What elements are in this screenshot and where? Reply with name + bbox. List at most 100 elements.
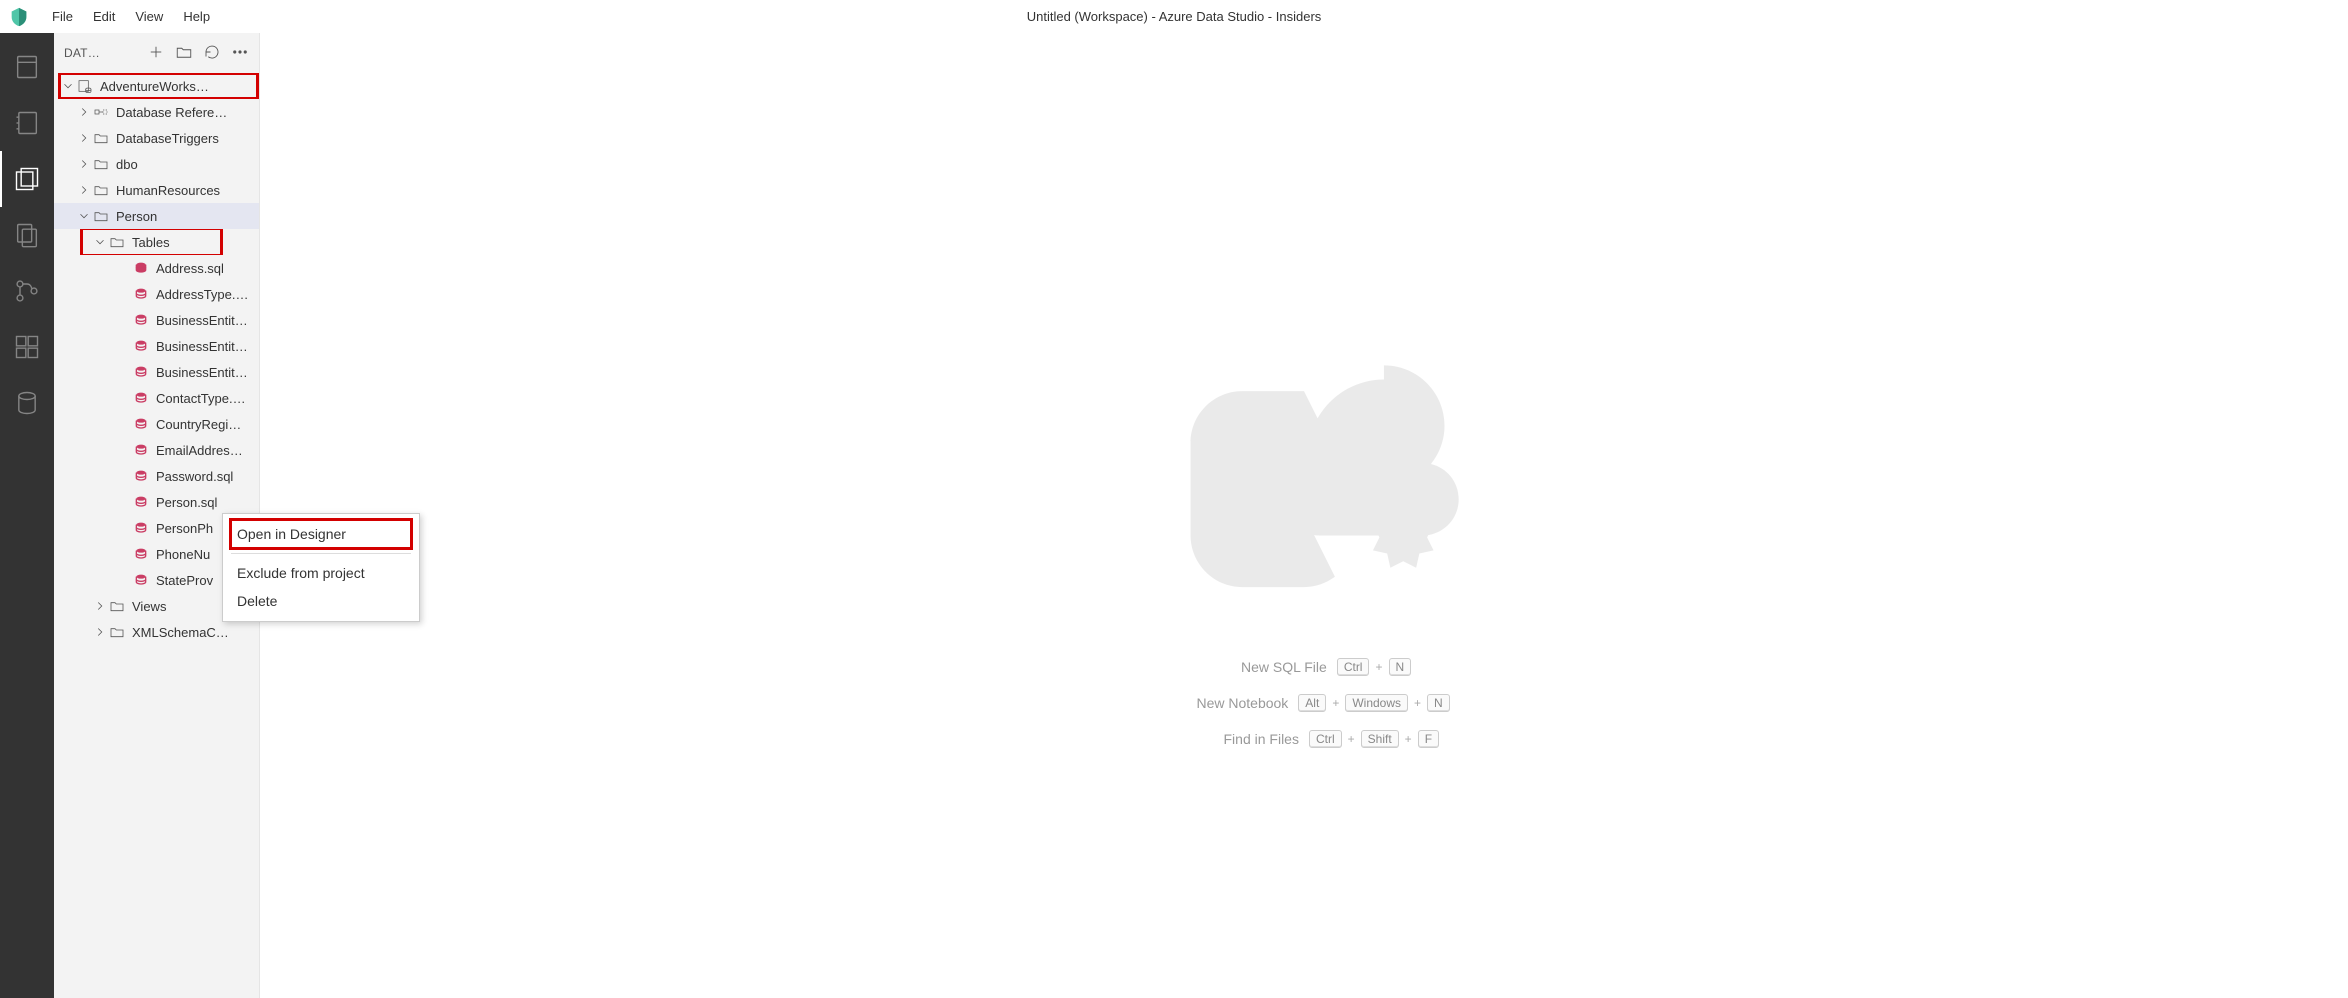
panel-header: DAT… [54,33,259,73]
plus-sep: + [1375,660,1382,674]
folder-icon [92,181,110,199]
chevron-right-icon [76,130,92,146]
activity-explorer[interactable] [0,151,54,207]
folder-icon [92,207,110,225]
shortcut-new-notebook: New Notebook Alt + Windows + N [1158,694,1449,712]
welcome-shortcuts: New SQL File Ctrl + N New Notebook Alt +… [1158,658,1449,748]
plus-icon[interactable] [147,43,165,64]
activity-notebooks[interactable] [0,95,54,151]
refresh-icon[interactable] [203,43,221,64]
shortcut-label: Find in Files [1169,731,1299,747]
tree-label: AddressType.… [156,287,249,302]
sql-icon [132,467,150,485]
project-icon [76,77,94,95]
chevron-right-icon [76,104,92,120]
context-menu: Open in Designer Exclude from project De… [222,513,420,622]
sql-icon [132,389,150,407]
folder-icon [92,155,110,173]
more-icon[interactable] [231,43,249,64]
ctx-exclude-from-project[interactable]: Exclude from project [223,559,419,587]
tree-label: DatabaseTriggers [116,131,219,146]
activity-extensions[interactable] [0,319,54,375]
sql-icon [132,493,150,511]
tree-item-sql[interactable]: ContactType.… [54,385,259,411]
tree-label: EmailAddres… [156,443,243,458]
tree-item-sql[interactable]: EmailAddres… [54,437,259,463]
tree-label: XMLSchemaC… [132,625,229,640]
open-folder-icon[interactable] [175,43,193,64]
activity-source-control[interactable] [0,263,54,319]
activity-database[interactable] [0,375,54,431]
sql-icon [132,571,150,589]
tree-item-sql[interactable]: BusinessEntit… [54,333,259,359]
tree-label: Person [116,209,157,224]
chevron-down-icon [92,234,108,250]
tree-label: Database Refere… [116,105,227,120]
key: Windows [1345,694,1408,712]
shortcut-new-sql: New SQL File Ctrl + N [1158,658,1449,676]
tree-item-database-references[interactable]: Database Refere… [54,99,259,125]
tree-item-tables[interactable]: Tables [54,229,259,255]
tree-item-sql[interactable]: BusinessEntit… [54,359,259,385]
plus-sep: + [1348,732,1355,746]
tree-item-sql[interactable]: Person.sql [54,489,259,515]
key: Ctrl [1337,658,1370,676]
chevron-right-icon [76,182,92,198]
tree-label: BusinessEntit… [156,339,248,354]
key: F [1418,730,1439,748]
plus-sep: + [1405,732,1412,746]
plus-sep: + [1414,696,1421,710]
tree-root-label: AdventureWorks… [100,79,209,94]
tree-label: BusinessEntit… [156,313,248,328]
tree-label: StateProv [156,573,213,588]
tree-item-xmlschema[interactable]: XMLSchemaC… [54,619,259,645]
menu-file[interactable]: File [42,3,83,30]
shortcut-find-in-files: Find in Files Ctrl + Shift + F [1158,730,1449,748]
ctx-delete[interactable]: Delete [223,587,419,615]
ctx-separator [231,553,411,554]
tree-item-person[interactable]: Person [54,203,259,229]
tree-item-sql[interactable]: Address.sql [54,255,259,281]
activity-search[interactable] [0,207,54,263]
plus-sep: + [1332,696,1339,710]
tree-item-sql[interactable]: Password.sql [54,463,259,489]
shortcut-label: New SQL File [1197,659,1327,675]
tree-item-dbo[interactable]: dbo [54,151,259,177]
reference-icon [92,103,110,121]
sql-icon [132,415,150,433]
tree-label: dbo [116,157,138,172]
chevron-right-icon [92,624,108,640]
key: Shift [1361,730,1399,748]
key: N [1427,694,1450,712]
activity-bar [0,33,54,998]
folder-icon [108,233,126,251]
menu-bar: File Edit View Help [42,3,220,30]
tree-root[interactable]: AdventureWorks… [54,73,259,99]
tree-label: Tables [132,235,170,250]
sql-icon [132,285,150,303]
chevron-right-icon [92,598,108,614]
tree-item-sql[interactable]: AddressType.… [54,281,259,307]
titlebar: File Edit View Help Untitled (Workspace)… [0,0,2348,33]
panel-title: DAT… [64,46,106,60]
activity-connections[interactable] [0,39,54,95]
ctx-open-in-designer[interactable]: Open in Designer [223,520,419,548]
tree-item-sql[interactable]: CountryRegi… [54,411,259,437]
tree-label: Address.sql [156,261,224,276]
menu-view[interactable]: View [125,3,173,30]
folder-icon [92,129,110,147]
folder-icon [108,597,126,615]
tree-item-human-resources[interactable]: HumanResources [54,177,259,203]
chevron-down-icon [60,78,76,94]
menu-help[interactable]: Help [173,3,220,30]
chevron-right-icon [76,156,92,172]
sql-icon [132,337,150,355]
app-icon [8,6,30,28]
menu-edit[interactable]: Edit [83,3,125,30]
tree-label: PhoneNu [156,547,210,562]
chevron-down-icon [76,208,92,224]
tree-item-sql[interactable]: BusinessEntit… [54,307,259,333]
sql-icon [132,441,150,459]
tree-item-database-triggers[interactable]: DatabaseTriggers [54,125,259,151]
tree-label: CountryRegi… [156,417,241,432]
